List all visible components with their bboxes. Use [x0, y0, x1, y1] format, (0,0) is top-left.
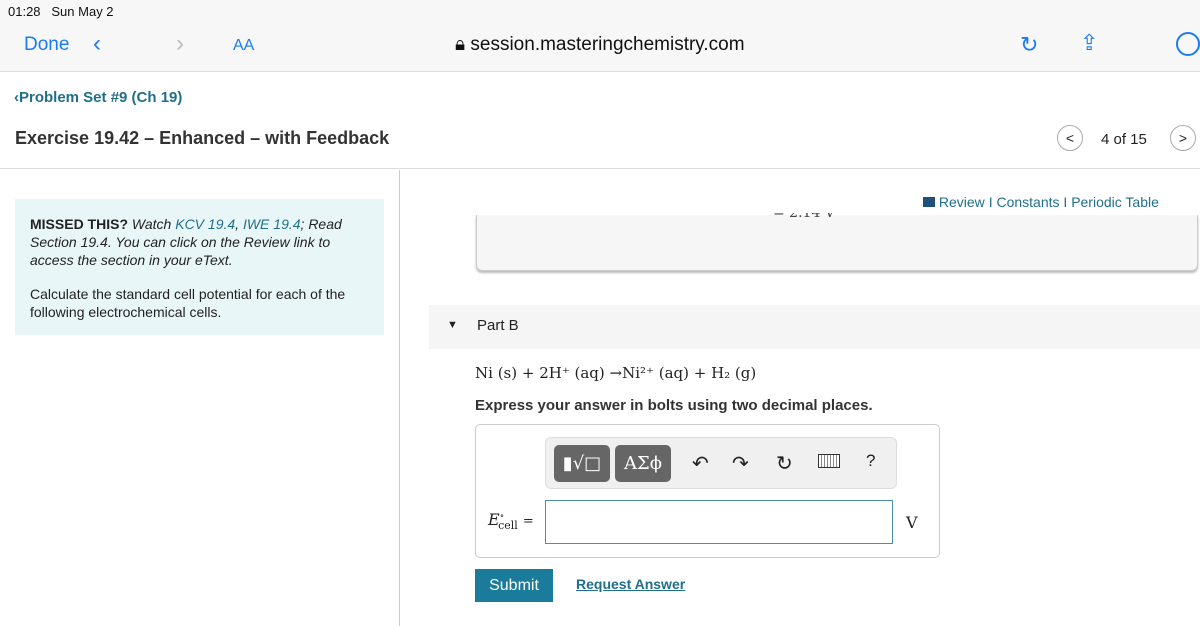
reset-icon[interactable]: ↻: [776, 451, 793, 476]
review-link[interactable]: Review: [939, 194, 985, 210]
divider: [0, 168, 1200, 169]
equals: =: [522, 514, 534, 529]
templates-button[interactable]: ▮√□: [554, 445, 610, 482]
variable-label: E∘cell =: [488, 510, 534, 532]
collapse-icon[interactable]: ▼: [447, 319, 458, 331]
part-b-header[interactable]: ▼ Part B: [429, 305, 1200, 349]
unit-label: V: [906, 513, 918, 532]
book-icon: [923, 197, 935, 207]
time: 01:28: [8, 4, 41, 19]
done-button[interactable]: Done: [24, 34, 69, 56]
part-a-answer: = 2.14 V: [773, 205, 835, 221]
separator: I: [1063, 194, 1068, 210]
url-text: session.masteringchemistry.com: [470, 34, 745, 55]
math-toolbar: ▮√□ ΑΣϕ ↶ ↷ ↻ ?: [545, 437, 897, 489]
undo-icon[interactable]: ↶: [692, 451, 709, 476]
address-bar[interactable]: 🔒︎ session.masteringchemistry.com: [455, 34, 745, 56]
resource-links: Review I Constants I Periodic Table: [923, 194, 1159, 210]
hint-panel: MISSED THIS? Watch KCV 19.4, IWE 19.4; R…: [15, 199, 384, 335]
separator: I: [988, 194, 993, 210]
prompt: Express your answer in bolts using two d…: [475, 397, 873, 414]
redo-icon[interactable]: ↷: [732, 451, 749, 476]
problem-set-link[interactable]: ‹Problem Set #9 (Ch 19): [14, 89, 182, 106]
next-problem-button[interactable]: >: [1170, 125, 1196, 151]
help-button[interactable]: ?: [866, 451, 875, 471]
kcv-link[interactable]: KCV 19.4: [175, 216, 235, 232]
forward-icon[interactable]: ›: [176, 30, 184, 58]
part-a-answer-box: = 2.14 V: [476, 213, 1198, 271]
reaction: Ni (s) + 2H⁺ (aq) →Ni²⁺ (aq) + H₂ (g): [475, 364, 757, 382]
browser-bar: 01:28 Sun May 2 Done ‹ › AA 🔒︎ session.m…: [0, 0, 1200, 72]
missed-this-text: MISSED THIS? Watch KCV 19.4, IWE 19.4; R…: [30, 216, 342, 268]
back-icon[interactable]: ‹: [93, 30, 101, 58]
compass-icon[interactable]: [1176, 32, 1200, 56]
submit-button[interactable]: Submit: [475, 569, 553, 602]
var-sub: cell: [498, 519, 518, 533]
problem-set-label: Problem Set #9 (Ch 19): [19, 89, 183, 106]
answer-input[interactable]: [545, 500, 893, 544]
text-size-button[interactable]: AA: [233, 37, 254, 55]
part-b-label: Part B: [477, 317, 519, 334]
watch-text: Watch: [131, 216, 172, 232]
share-icon[interactable]: ⇪: [1080, 30, 1098, 56]
date: Sun May 2: [51, 4, 114, 19]
missed-label: MISSED THIS?: [30, 216, 129, 232]
problem-position: 4 of 15: [1101, 131, 1147, 148]
divider: [399, 170, 400, 626]
symbols-button[interactable]: ΑΣϕ: [615, 445, 671, 482]
constants-link[interactable]: Constants: [996, 194, 1059, 210]
lock-icon: 🔒︎: [455, 34, 466, 55]
instruction: Calculate the standard cell potential fo…: [30, 286, 346, 320]
page-title: Exercise 19.42 – Enhanced – with Feedbac…: [15, 128, 390, 148]
periodic-table-link[interactable]: Periodic Table: [1071, 194, 1159, 210]
status-time: 01:28 Sun May 2: [8, 4, 114, 19]
request-answer-link[interactable]: Request Answer: [576, 576, 685, 592]
prev-problem-button[interactable]: <: [1057, 125, 1083, 151]
keyboard-icon[interactable]: [818, 454, 840, 468]
iwe-link[interactable]: IWE 19.4: [243, 216, 301, 232]
reload-icon[interactable]: ↻: [1020, 32, 1038, 58]
